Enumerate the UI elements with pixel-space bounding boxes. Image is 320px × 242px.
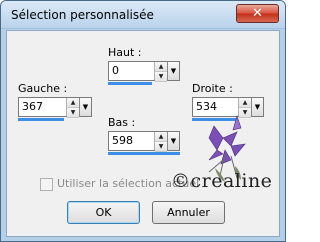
title-bar[interactable]: Sélection personnalisée ✕ — [1, 1, 285, 29]
use-current-selection-checkbox[interactable] — [40, 178, 53, 191]
spin-up-icon[interactable]: ▲ — [239, 98, 251, 108]
ok-button[interactable]: OK — [67, 201, 140, 224]
gauche-input[interactable]: 367 — [19, 98, 66, 116]
gauche-slider-bar[interactable] — [18, 118, 64, 121]
close-button[interactable]: ✕ — [236, 4, 279, 23]
gauche-label: Gauche : — [18, 82, 68, 95]
gauche-dropdown-button[interactable]: ▼ — [79, 98, 91, 116]
spin-up-icon[interactable]: ▲ — [155, 132, 167, 142]
chevron-down-icon: ▼ — [82, 103, 89, 111]
chevron-down-icon: ▼ — [170, 67, 177, 75]
bas-dropdown-button[interactable]: ▼ — [167, 132, 179, 150]
haut-input[interactable]: 0 — [109, 62, 154, 80]
bas-input[interactable]: 598 — [109, 132, 154, 150]
bas-spinbox[interactable]: 598 ▲ ▼ ▼ — [108, 131, 180, 152]
haut-spinbox[interactable]: 0 ▲ ▼ ▼ — [108, 61, 180, 82]
dialog-title: Sélection personnalisée — [11, 8, 154, 22]
haut-dropdown-button[interactable]: ▼ — [167, 62, 179, 80]
bas-slider-bar[interactable] — [108, 152, 180, 155]
spin-down-icon[interactable]: ▼ — [155, 142, 167, 152]
gauche-spinbox[interactable]: 367 ▲ ▼ ▼ — [18, 97, 92, 118]
cancel-button[interactable]: Annuler — [152, 201, 225, 224]
droite-label: Droite : — [192, 82, 233, 95]
bas-spin-arrows[interactable]: ▲ ▼ — [154, 132, 167, 152]
bas-label: Bas : — [108, 116, 136, 129]
haut-slider-bar[interactable] — [108, 82, 152, 85]
gauche-spin-arrows[interactable]: ▲ ▼ — [66, 98, 79, 118]
haut-label: Haut : — [108, 46, 142, 59]
watermark-text: ©crealine — [171, 170, 273, 192]
close-icon: ✕ — [252, 6, 263, 21]
spin-down-icon[interactable]: ▼ — [155, 72, 167, 82]
haut-spin-arrows[interactable]: ▲ ▼ — [154, 62, 167, 82]
custom-selection-dialog: Sélection personnalisée ✕ Haut : 0 ▲ ▼ ▼… — [0, 0, 286, 242]
spin-up-icon[interactable]: ▲ — [67, 98, 79, 108]
spin-down-icon[interactable]: ▼ — [67, 108, 79, 118]
chevron-down-icon: ▼ — [170, 137, 177, 145]
spin-up-icon[interactable]: ▲ — [155, 62, 167, 72]
